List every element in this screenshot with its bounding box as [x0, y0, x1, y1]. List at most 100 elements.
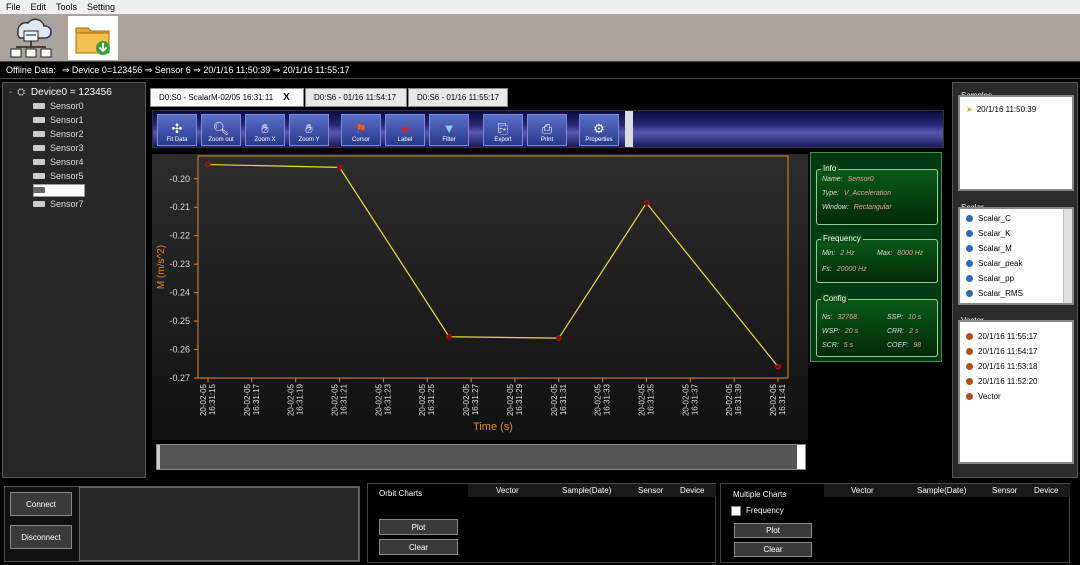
sensor-icon — [33, 187, 45, 193]
vector-item[interactable]: 20/1/16 11:54:17 — [966, 347, 1037, 356]
menu-edit[interactable]: Edit — [31, 2, 47, 12]
tree-item-sensor2[interactable]: Sensor2 — [33, 129, 84, 139]
tree-item-sensor5[interactable]: Sensor5 — [33, 171, 84, 181]
sample-item[interactable]: ➤ 20/1/16 11:50:39 — [966, 105, 1036, 114]
zoom-x-button[interactable]: ✋︎ Zoom X — [245, 114, 285, 146]
x-tick-label: 20-02-0516:31:15 — [199, 383, 217, 416]
scalar-item[interactable]: Scalar_peak — [966, 259, 1022, 268]
label-button[interactable]: ● Label — [385, 114, 425, 146]
tab-scalar[interactable]: D0:S0 - ScalarM-02/05 16:31:11 X — [150, 88, 304, 107]
vector-dot-icon — [966, 363, 973, 370]
data-point — [643, 200, 650, 206]
menu-tools[interactable]: Tools — [56, 2, 77, 12]
tree-item-sensor4[interactable]: Sensor4 — [33, 157, 84, 167]
button-label: Cursor — [351, 137, 370, 143]
scalar-item[interactable]: Scalar_RMS — [966, 289, 1023, 298]
tab-vector-2[interactable]: D0:S6 - 01/16 11:55:17 — [408, 88, 508, 107]
scalar-label: Scalar_K — [978, 229, 1011, 238]
vector-item[interactable]: 20/1/16 11:55:17 — [966, 332, 1037, 341]
data-point — [775, 363, 781, 370]
orbit-plot-button[interactable]: Plot — [379, 519, 458, 535]
print-button[interactable]: ⎙ Print — [527, 114, 567, 146]
orbit-col-device[interactable]: Device — [680, 486, 704, 495]
scalar-label: Scalar_peak — [978, 259, 1023, 268]
scalar-scrollbar[interactable] — [1063, 209, 1072, 303]
button-label: Filter — [442, 137, 456, 143]
tree-item-sensor6[interactable] — [33, 187, 50, 193]
sensor-icon — [33, 145, 45, 151]
tree-item-sensor7[interactable]: Sensor7 — [33, 199, 84, 209]
time-slider[interactable] — [156, 444, 806, 470]
scalar-dot-icon — [966, 260, 973, 267]
tree-item-sensor3[interactable]: Sensor3 — [33, 143, 84, 153]
tab-vector-1[interactable]: D0:S6 - 01/16 11:54:17 — [305, 88, 407, 107]
ribbon-scroll-handle[interactable] — [625, 111, 633, 147]
scalar-list[interactable]: Scalar_C Scalar_K Scalar_M Scalar_peak S… — [958, 207, 1074, 305]
frequency-checkbox-label: Frequency — [746, 506, 784, 515]
download-folder-icon[interactable] — [68, 16, 118, 60]
filter-button[interactable]: ▼ Filter — [429, 114, 469, 146]
tree-item-sensor0[interactable]: Sensor0 — [33, 101, 84, 111]
close-icon[interactable]: X — [283, 92, 290, 103]
fit-data-button[interactable]: ✣ Fit Data — [157, 114, 197, 146]
zoom-y-button[interactable]: ✋︎ Zoom Y — [289, 114, 329, 146]
slider-handle-left[interactable] — [157, 445, 160, 469]
multi-col-sensor[interactable]: Sensor — [992, 486, 1017, 495]
button-label: Fit Data — [166, 137, 188, 143]
offline-data-label: Offline Data: — [6, 65, 56, 75]
vector-item[interactable]: Vector — [966, 392, 1001, 401]
data-point — [205, 161, 211, 168]
x-tick-label: 20-02-0516:31:29 — [506, 383, 524, 416]
orbit-clear-button[interactable]: Clear — [379, 539, 458, 555]
multi-col-device[interactable]: Device — [1034, 486, 1058, 495]
vector-list[interactable]: 20/1/16 11:55:17 20/1/16 11:54:17 20/1/1… — [958, 320, 1074, 464]
connect-button[interactable]: Connect — [10, 492, 72, 516]
orbit-col-sensor[interactable]: Sensor — [638, 486, 663, 495]
slider-handle-right[interactable] — [797, 445, 805, 469]
button-label: Zoom Y — [298, 137, 320, 143]
tree-root[interactable]: - ⛭ Device0 = 123456 — [9, 87, 112, 98]
scalar-item[interactable]: Scalar_M — [966, 244, 1012, 253]
multi-col-vector[interactable]: Vector — [851, 486, 874, 495]
properties-button[interactable]: ⚙ Properties — [579, 114, 619, 146]
vector-dot-icon — [966, 333, 973, 340]
vector-item[interactable]: 20/1/16 11:53:18 — [966, 362, 1037, 371]
frequency-max: Max: 8000 Hz — [877, 250, 924, 257]
disconnect-button[interactable]: Disconnect — [10, 525, 72, 549]
frequency-checkbox[interactable] — [731, 506, 741, 516]
vector-dot-icon — [966, 378, 973, 385]
config-title: Config — [821, 294, 849, 303]
multi-col-sample[interactable]: Sample(Date) — [917, 486, 966, 495]
samples-list[interactable]: ➤ 20/1/16 11:50:39 — [958, 95, 1074, 191]
x-tick-label: 20-02-0516:31:23 — [374, 383, 392, 416]
network-server-icon[interactable] — [8, 16, 58, 60]
data-point — [446, 333, 452, 340]
multi-plot-button[interactable]: Plot — [734, 523, 812, 538]
menu-file[interactable]: File — [6, 2, 21, 12]
scalar-item[interactable]: Scalar_pp — [966, 274, 1014, 283]
device-tree: - ⛭ Device0 = 123456 Sensor0 Sensor1 Sen… — [2, 82, 146, 478]
scalar-label: Scalar_M — [978, 244, 1012, 253]
config-scr: SCR: 5 s — [822, 342, 854, 349]
scalar-item[interactable]: Scalar_C — [966, 214, 1011, 223]
vector-item[interactable]: 20/1/16 11:52:20 — [966, 377, 1037, 386]
export-button[interactable]: ⎘ Export — [483, 114, 523, 146]
scalar-item[interactable]: Scalar_K — [966, 229, 1010, 238]
x-axis-label: Time (s) — [473, 421, 513, 433]
tree-item-sensor1[interactable]: Sensor1 — [33, 115, 84, 125]
bottom-panel: Connect Disconnect Orbit Charts Vector S… — [0, 482, 1080, 565]
orbit-col-vector[interactable]: Vector — [496, 486, 519, 495]
line-chart[interactable]: -0.20 -0.21 -0.22 -0.23 -0.24 -0.25 -0.26 -0.27… — [152, 154, 808, 440]
scalar-dot-icon — [966, 230, 973, 237]
collapse-icon[interactable]: - — [9, 87, 12, 98]
orbit-col-sample[interactable]: Sample(Date) — [562, 486, 611, 495]
zoom-out-button[interactable]: 🔍︎ Zoom out — [201, 114, 241, 146]
y-tick-label: -0.26 — [169, 345, 190, 355]
sample-label: 20/1/16 11:50:39 — [976, 105, 1037, 114]
tree-item-label: Sensor1 — [50, 115, 84, 125]
tab-label: D0:S6 - 01/16 11:54:17 — [314, 93, 397, 102]
cursor-button[interactable]: ⚑ Cursor — [341, 114, 381, 146]
multi-clear-button[interactable]: Clear — [734, 542, 812, 557]
x-tick-label: 20-02-0516:31:17 — [243, 383, 261, 416]
menu-setting[interactable]: Setting — [87, 2, 115, 12]
